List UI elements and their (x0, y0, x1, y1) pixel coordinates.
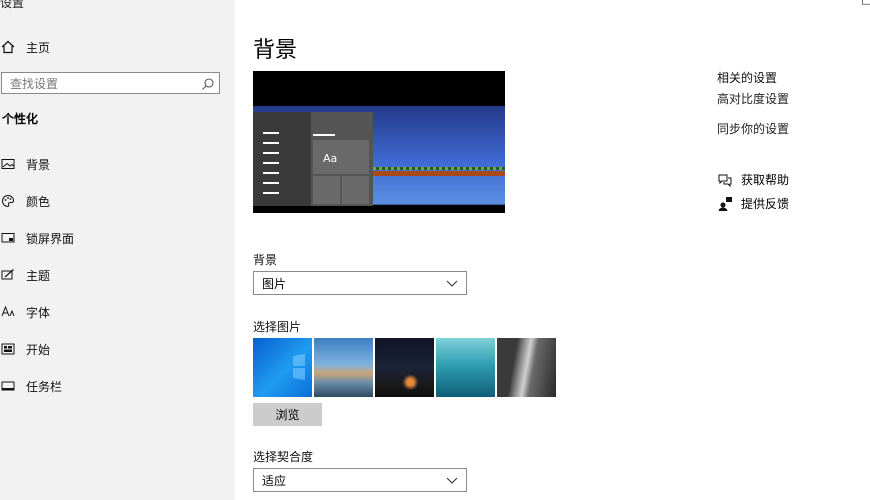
sidebar: 设置 主页 个性化 背景 颜色 锁屏界面 主题 (0, 0, 235, 500)
sidebar-item-taskbar[interactable]: 任务栏 (0, 373, 62, 399)
get-help-link[interactable]: 获取帮助 (717, 171, 789, 188)
sidebar-item-fonts[interactable]: 字体 (0, 299, 50, 325)
sidebar-item-label: 主题 (26, 268, 51, 283)
preview-line (263, 172, 279, 174)
picture-thumbnail[interactable] (436, 338, 495, 397)
preview-tile (313, 140, 369, 174)
preview-grass (373, 167, 505, 170)
sidebar-item-label: 颜色 (26, 194, 51, 209)
picture-thumbnail[interactable] (497, 338, 556, 397)
palette-icon (0, 193, 16, 209)
picture-thumbnail[interactable] (375, 338, 434, 397)
preview-tile (313, 176, 340, 204)
sidebar-item-label: 字体 (26, 305, 51, 320)
sync-settings-link[interactable]: 同步你的设置 (717, 120, 789, 137)
sidebar-item-background[interactable]: 背景 (0, 151, 50, 177)
related-settings-title: 相关的设置 (717, 71, 778, 85)
background-label: 背景 (253, 253, 278, 267)
start-icon (0, 341, 16, 357)
fit-select[interactable]: 适应 (253, 468, 467, 492)
help-chat-icon (717, 172, 733, 188)
feedback-link[interactable]: 提供反馈 (717, 195, 789, 212)
preview-window: Aa (253, 112, 373, 206)
chevron-down-icon (446, 277, 458, 289)
feedback-person-icon (717, 196, 733, 212)
preview-line (313, 134, 335, 136)
app-title: 设置 (0, 0, 25, 10)
sidebar-item-themes[interactable]: 主题 (0, 262, 50, 288)
search-input[interactable] (2, 74, 200, 94)
picture-thumbnail[interactable] (314, 338, 373, 397)
sidebar-item-start[interactable]: 开始 (0, 336, 50, 362)
preview-line (263, 152, 279, 154)
choose-picture-label: 选择图片 (253, 320, 302, 334)
feedback-label: 提供反馈 (741, 197, 790, 211)
sidebar-item-label: 背景 (26, 157, 51, 172)
chevron-down-icon (446, 474, 458, 486)
preview-sample-text: Aa (323, 152, 338, 165)
sidebar-item-label: 锁屏界面 (26, 231, 75, 246)
desktop-preview: Aa (253, 71, 505, 213)
picture-icon (0, 156, 16, 172)
theme-icon (0, 267, 16, 283)
preview-line (263, 142, 279, 144)
browse-button[interactable]: 浏览 (253, 403, 322, 426)
background-type-select[interactable]: 图片 (253, 271, 467, 295)
preview-line (263, 132, 279, 134)
high-contrast-link[interactable]: 高对比度设置 (717, 90, 789, 107)
search-icon[interactable] (201, 76, 215, 90)
maximize-button[interactable]: □ (861, 0, 870, 6)
preview-tile (342, 176, 369, 204)
section-heading: 个性化 (2, 112, 39, 126)
nav-home-label: 主页 (26, 40, 51, 55)
fit-value: 适应 (262, 473, 287, 488)
preview-start-menu (253, 112, 311, 206)
preview-line (263, 192, 279, 194)
main-content: 背景 Aa 背景 图片 选择图片 浏览 选择契合度 适应 相关的设置 高对比度设… (235, 0, 870, 500)
sidebar-item-label: 开始 (26, 342, 51, 357)
sidebar-item-lockscreen[interactable]: 锁屏界面 (0, 225, 74, 251)
nav-home[interactable]: 主页 (0, 34, 50, 60)
fit-label: 选择契合度 (253, 450, 314, 464)
search-box[interactable] (1, 72, 220, 94)
sidebar-item-colors[interactable]: 颜色 (0, 188, 50, 214)
home-icon (0, 39, 16, 55)
sidebar-item-label: 任务栏 (26, 379, 63, 394)
preview-ground (373, 171, 505, 176)
font-icon (0, 304, 16, 320)
lockscreen-icon (0, 230, 16, 246)
get-help-label: 获取帮助 (741, 173, 790, 187)
preview-line (263, 162, 279, 164)
preview-line (263, 182, 279, 184)
taskbar-icon (0, 378, 16, 394)
minimize-button[interactable]: – (827, 0, 833, 6)
page-title: 背景 (253, 38, 298, 63)
background-type-value: 图片 (262, 276, 287, 291)
picture-thumbnail[interactable] (253, 338, 312, 397)
